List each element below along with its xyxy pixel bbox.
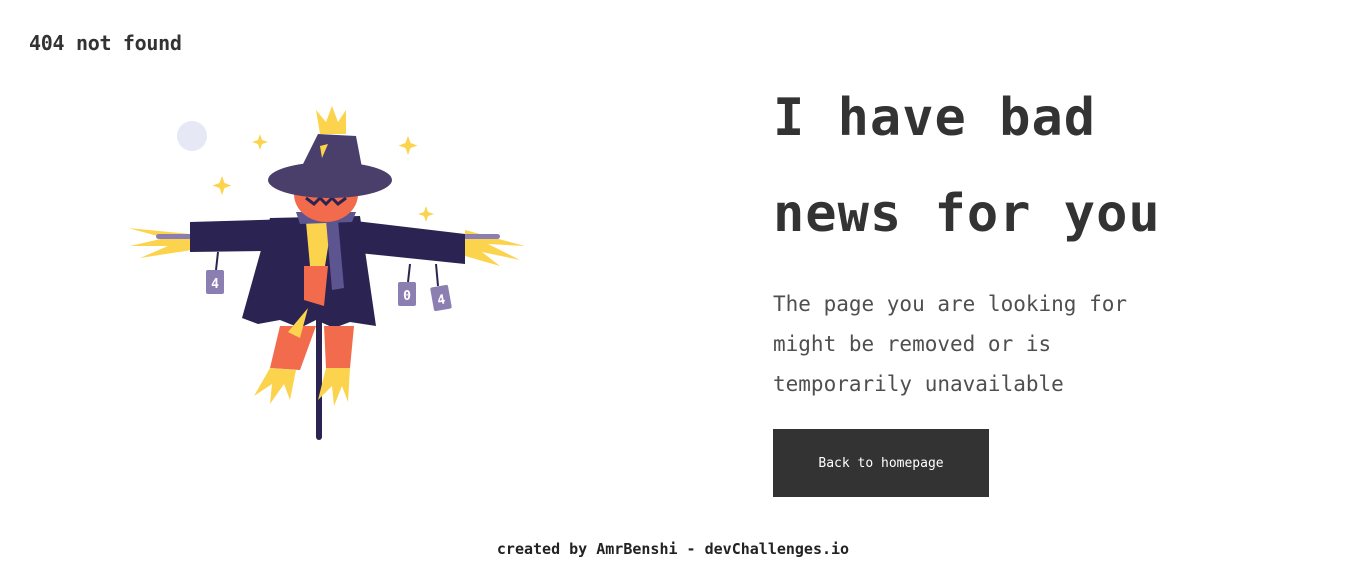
svg-text:4: 4 [211, 277, 219, 292]
back-to-homepage-button[interactable]: Back to homepage [773, 429, 989, 497]
svg-text:0: 0 [403, 289, 411, 304]
brand-logo[interactable]: 404 not found [29, 31, 182, 55]
moon-icon [177, 121, 207, 151]
footer-credit: created by AmrBenshi - devChallenges.io [496, 540, 850, 558]
headline-line-1: I have bad [773, 88, 1097, 148]
scarecrow-illustration: 4 0 4 [128, 106, 525, 440]
main-content: I have bad news for you The page you are… [773, 70, 1293, 404]
page-title: I have bad news for you [773, 70, 1293, 262]
headline-line-2: news for you [773, 184, 1161, 244]
description-text: The page you are looking for might be re… [773, 292, 1128, 396]
